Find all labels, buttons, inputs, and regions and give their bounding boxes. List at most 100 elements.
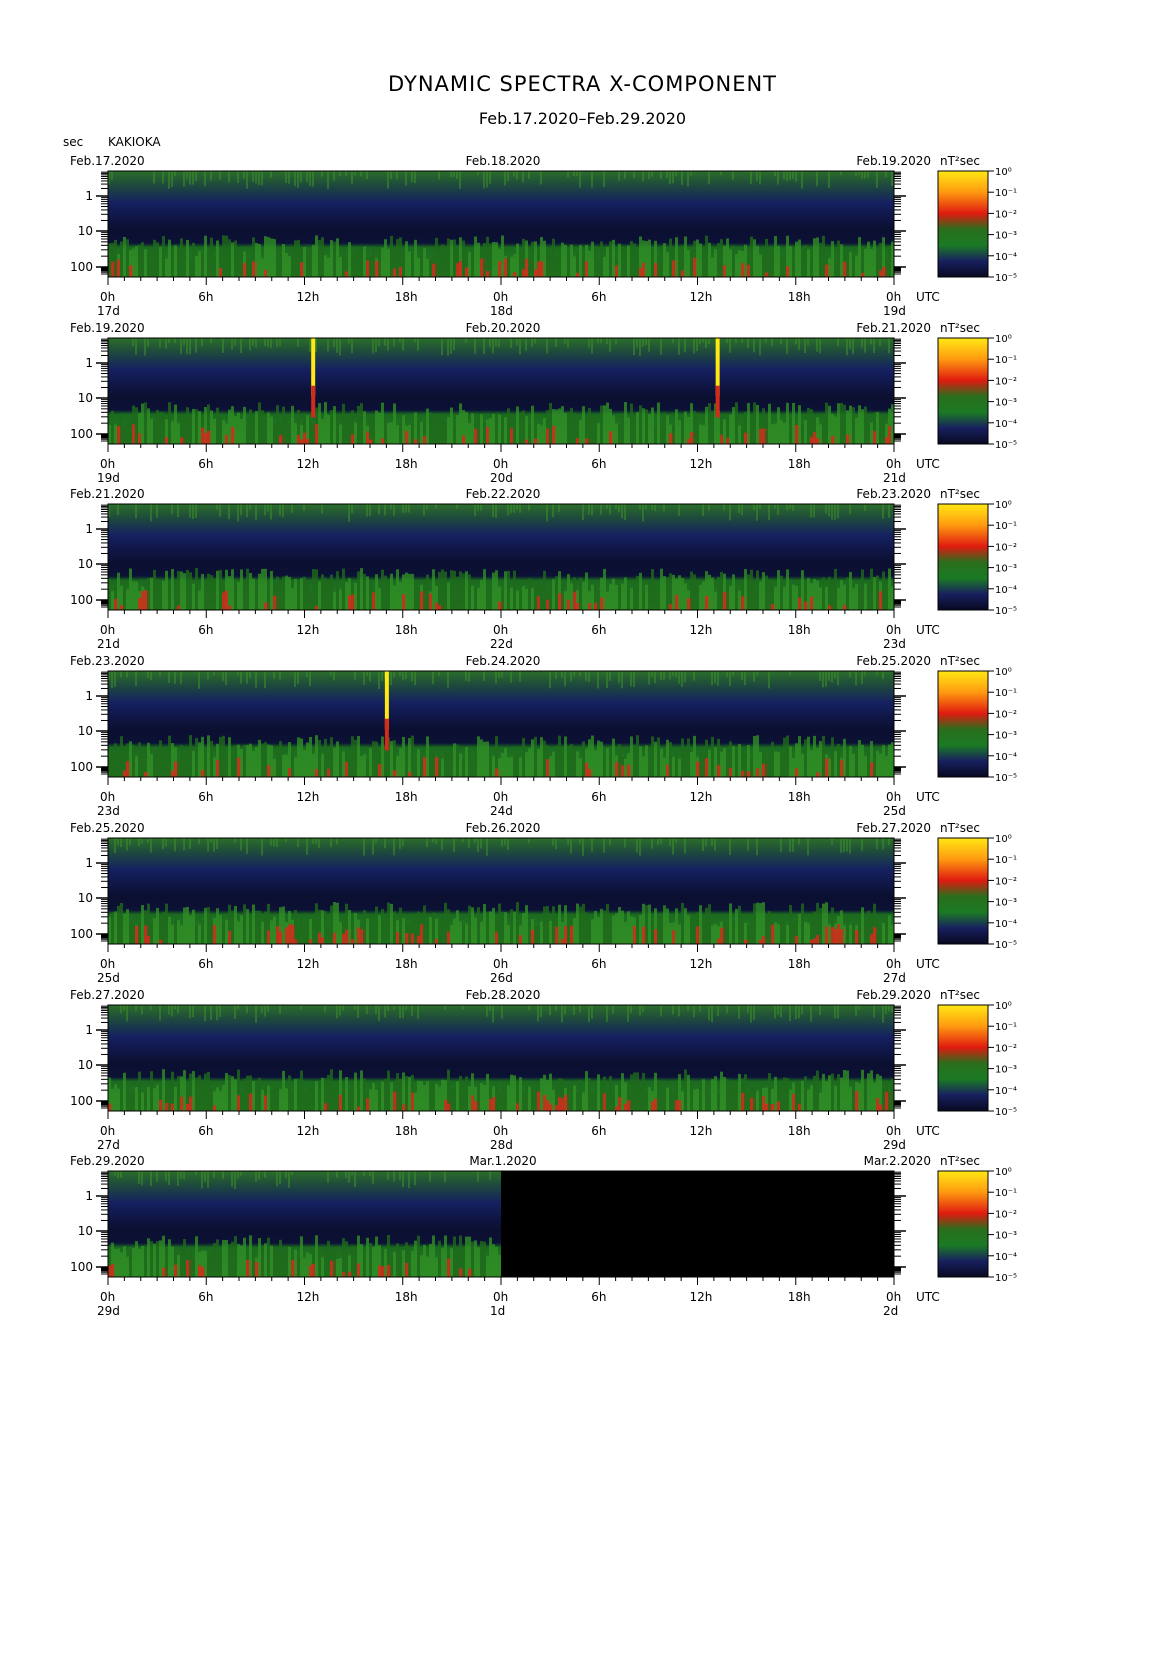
utc-label: UTC [916,790,940,804]
y-tick-label: 1 [85,522,93,536]
colorbar-tick-label: 10⁻¹ [995,355,1017,366]
x-tick-label: 0h [886,290,901,304]
day-label: 20d [490,471,513,485]
colorbar [937,670,989,778]
colorbar-tick-label: 10⁻¹ [995,1188,1017,1199]
y-tick-label: 10 [78,224,93,238]
x-tick-label: 18h [395,623,418,637]
day-label: 2d [883,1304,898,1318]
x-tick-label: 18h [395,1290,418,1304]
day-label: 1d [490,1304,505,1318]
colorbar-tick-label: 10⁰ [995,500,1012,511]
colorbar-tick-label: 10⁻⁵ [995,440,1017,451]
colorbar-tick-label: 10⁻³ [995,231,1017,242]
colorbar [937,170,989,278]
spectrum-spike-base [715,385,720,418]
x-tick-label: 6h [591,623,606,637]
panel-date-left: Feb.29.2020 [70,1154,145,1168]
x-tick-label: 6h [198,623,213,637]
colorbar-unit-label: nT²sec [940,321,980,335]
y-tick-label: 1 [85,189,93,203]
utc-label: UTC [916,1290,940,1304]
x-tick-label: 18h [395,1124,418,1138]
day-label: 25d [97,971,120,985]
colorbar [937,337,989,445]
colorbar-tick-label: 10⁻² [995,709,1017,720]
x-tick-label: 12h [297,290,320,304]
panel-date-mid: Feb.22.2020 [466,487,541,501]
y-tick-label: 100 [70,760,93,774]
x-tick-label: 12h [297,790,320,804]
day-label: 27d [883,971,906,985]
colorbar-tick-label: 10⁰ [995,667,1012,678]
colorbar-tick-label: 10⁰ [995,1001,1012,1012]
colorbar-unit-label: nT²sec [940,487,980,501]
colorbar-tick-label: 10⁻⁴ [995,1086,1017,1097]
colorbar-tick-label: 10⁻⁴ [995,919,1017,930]
x-tick-label: 18h [788,1290,811,1304]
chart-title: DYNAMIC SPECTRA X-COMPONENT [387,72,778,96]
panel-date-left: Feb.25.2020 [70,821,145,835]
x-tick-label: 0h [886,457,901,471]
panel-date-mid: Feb.28.2020 [466,988,541,1002]
colorbar-tick-label: 10⁰ [995,167,1012,178]
colorbar-tick-label: 10⁻³ [995,731,1017,742]
colorbar-tick-label: 10⁻¹ [995,188,1017,199]
x-tick-label: 6h [591,1124,606,1138]
x-tick-label: 12h [690,1124,713,1138]
x-tick-label: 0h [100,957,115,971]
day-label: 27d [97,1138,120,1152]
spectrum-panel-3: Feb.21.2020 Feb.22.2020 Feb.23.2020 nT²sec 1… [70,487,1017,651]
x-tick-label: 0h [100,457,115,471]
x-tick-label: 6h [198,790,213,804]
x-tick-label: 0h [100,790,115,804]
colorbar-unit-label: nT²sec [940,654,980,668]
x-tick-label: 6h [198,1290,213,1304]
x-tick-label: 6h [198,290,213,304]
colorbar-tick-label: 10⁰ [995,334,1012,345]
colorbar-tick-label: 10⁻³ [995,1065,1017,1076]
panel-date-left: Feb.17.2020 [70,154,145,168]
x-tick-label: 0h [493,290,508,304]
y-tick-label: 1 [85,1023,93,1037]
x-tick-label: 0h [886,623,901,637]
x-tick-label: 0h [493,1124,508,1138]
x-tick-label: 0h [886,790,901,804]
x-tick-label: 0h [493,1290,508,1304]
y-tick-label: 100 [70,260,93,274]
colorbar-tick-label: 10⁻² [995,376,1017,387]
y-tick-label: 1 [85,1189,93,1203]
colorbar-tick-label: 10⁻² [995,1209,1017,1220]
colorbar-tick-label: 10⁰ [995,834,1012,845]
utc-label: UTC [916,623,940,637]
spectrum-spike-base [311,385,316,418]
day-label: 21d [883,471,906,485]
x-tick-label: 12h [297,1124,320,1138]
colorbar-tick-label: 10⁻² [995,1043,1017,1054]
colorbar-tick-label: 10⁻¹ [995,688,1017,699]
colorbar-tick-label: 10⁻⁴ [995,1252,1017,1263]
y-tick-label: 10 [78,1058,93,1072]
panel-date-mid: Feb.24.2020 [466,654,541,668]
day-label: 29d [97,1304,120,1318]
x-tick-label: 0h [100,623,115,637]
utc-label: UTC [916,290,940,304]
x-tick-label: 0h [100,1124,115,1138]
day-label: 21d [97,637,120,651]
panel-date-left: Feb.23.2020 [70,654,145,668]
colorbar-tick-label: 10⁻⁵ [995,606,1017,617]
y-tick-label: 10 [78,391,93,405]
x-tick-label: 18h [395,790,418,804]
x-tick-label: 18h [788,790,811,804]
panel-date-left: Feb.19.2020 [70,321,145,335]
x-tick-label: 18h [788,290,811,304]
x-tick-label: 18h [788,957,811,971]
spectrum-panel-6: Feb.27.2020 Feb.28.2020 Feb.29.2020 nT²sec 1… [70,988,1017,1152]
colorbar-tick-label: 10⁻⁴ [995,585,1017,596]
colorbar-tick-label: 10⁻² [995,542,1017,553]
day-label: 25d [883,804,906,818]
x-tick-label: 6h [198,1124,213,1138]
x-tick-label: 18h [788,457,811,471]
x-tick-label: 6h [198,957,213,971]
x-tick-label: 12h [297,457,320,471]
